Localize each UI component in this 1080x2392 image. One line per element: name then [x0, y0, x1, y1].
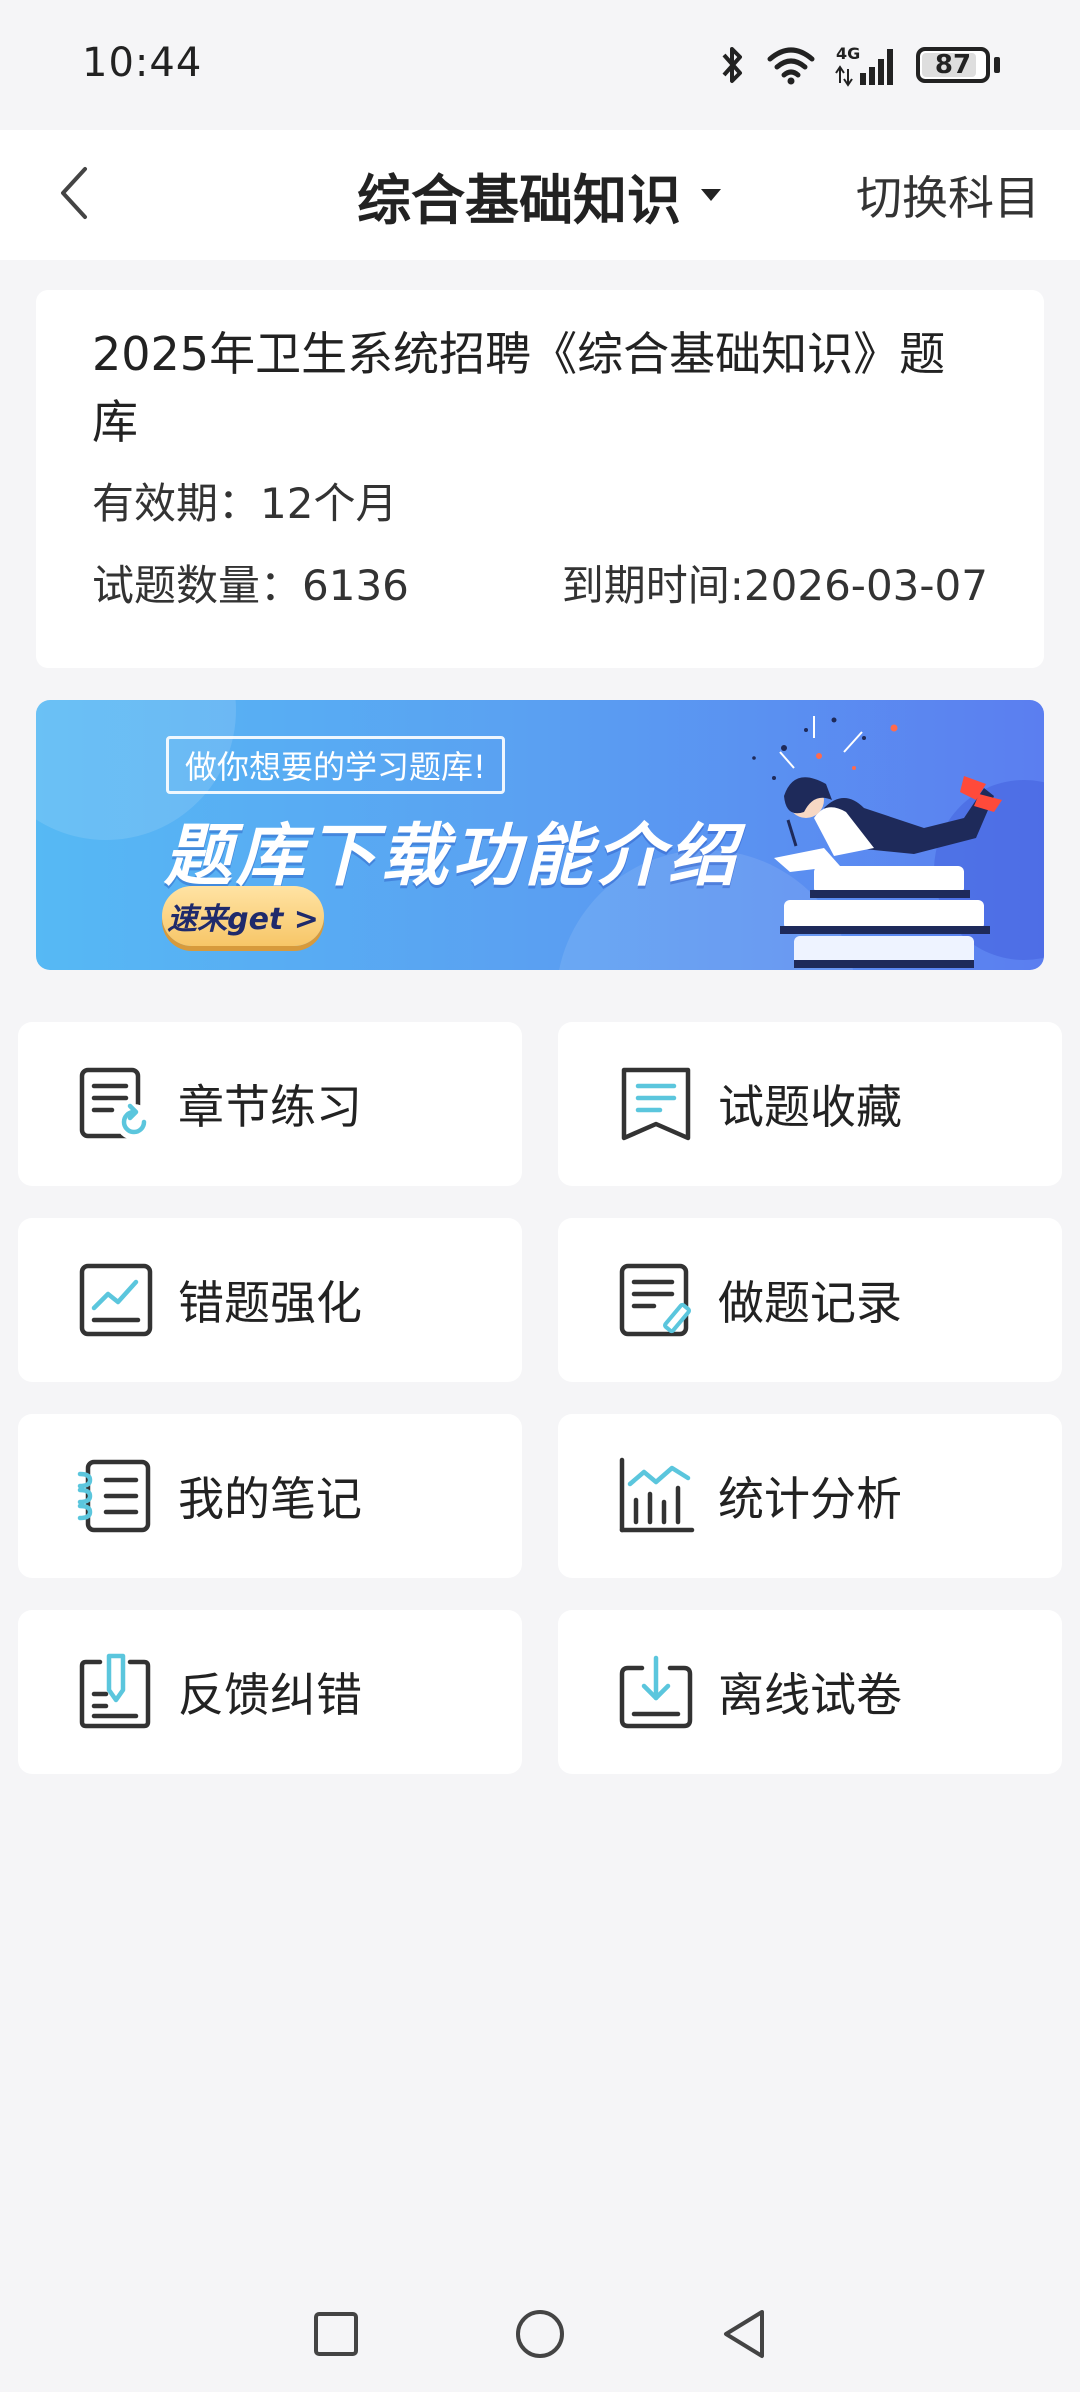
caret-down-icon: [701, 189, 721, 201]
feature-question-favorites[interactable]: 试题收藏: [558, 1022, 1062, 1186]
feature-my-notes[interactable]: 我的笔记: [18, 1414, 522, 1578]
app-header: 综合基础知识 切换科目: [0, 130, 1080, 260]
download-icon: [619, 1655, 693, 1729]
battery-icon: 87: [916, 47, 990, 83]
notebook-icon: [77, 1459, 151, 1533]
feature-label: 统计分析: [718, 1472, 902, 1526]
cellular-signal-icon: 4G: [835, 44, 893, 87]
recents-button[interactable]: [309, 2307, 363, 2361]
system-navigation-bar: [0, 2276, 1080, 2392]
chevron-left-icon: [61, 167, 87, 219]
network-type-label: 4G: [836, 44, 860, 63]
status-icons: 4G 87: [718, 40, 1000, 90]
banner-headline: 题库下载功能介绍: [164, 817, 741, 896]
chapter-practice-icon: [79, 1067, 152, 1140]
reading-person-illustration: [752, 716, 1002, 968]
chart-icon: [619, 1457, 695, 1533]
feature-offline-papers[interactable]: 离线试卷: [558, 1610, 1062, 1774]
home-button[interactable]: [513, 2307, 567, 2361]
feature-wrong-questions[interactable]: 错题强化: [18, 1218, 522, 1382]
question-bank-title: 2025年卫生系统招聘《综合基础知识》题库: [92, 327, 946, 449]
download-feature-banner[interactable]: 做你想要的学习题库! 题库下载功能介绍 速来get >: [36, 700, 1044, 970]
feature-chapter-practice[interactable]: 章节练习: [18, 1022, 522, 1186]
system-back-button[interactable]: [717, 2307, 771, 2361]
bluetooth-icon: [722, 47, 742, 83]
feature-label: 离线试卷: [718, 1668, 902, 1722]
feature-feedback[interactable]: 反馈纠错: [18, 1610, 522, 1774]
status-bar: 10:44 4G 87: [0, 0, 1080, 130]
square-icon: [314, 2312, 358, 2356]
subject-title-dropdown[interactable]: 综合基础知识: [357, 156, 723, 235]
question-bank-info-card: 2025年卫生系统招聘《综合基础知识》题库 有效期：12个月 试题数量：6136…: [36, 290, 1044, 668]
feature-label: 反馈纠错: [178, 1668, 362, 1722]
wrong-questions-icon: [79, 1263, 153, 1337]
back-button[interactable]: [40, 158, 110, 228]
page-title: 综合基础知识: [357, 168, 681, 232]
feature-grid: 章节练习 试题收藏 错题强化 做题记录 我的笔记 统计分析 反馈纠错 离线试卷: [18, 1022, 1062, 1774]
feature-statistics[interactable]: 统计分析: [558, 1414, 1062, 1578]
circle-icon: [516, 2310, 564, 2358]
feedback-icon: [79, 1653, 151, 1729]
question-count: 试题数量：6136: [92, 561, 409, 610]
feature-label: 试题收藏: [718, 1080, 902, 1134]
feature-practice-records[interactable]: 做题记录: [558, 1218, 1062, 1382]
feature-label: 章节练习: [178, 1080, 362, 1134]
battery-cap: [994, 57, 1000, 73]
bookmark-icon: [621, 1067, 691, 1141]
validity-text: 有效期：12个月: [92, 479, 398, 528]
triangle-back-icon: [724, 2310, 764, 2358]
feature-label: 我的笔记: [178, 1472, 362, 1526]
switch-subject-button[interactable]: 切换科目: [856, 130, 1040, 260]
feature-label: 错题强化: [178, 1276, 362, 1330]
battery-percent: 87: [934, 50, 972, 80]
banner-tag: 做你想要的学习题库!: [166, 736, 505, 794]
expiry-date: 到期时间:2026-03-07: [561, 561, 988, 610]
banner-cta-button[interactable]: 速来get >: [162, 886, 324, 946]
status-time: 10:44: [82, 40, 203, 86]
count-expiry-line: 试题数量：6136 到期时间:2026-03-07: [92, 558, 988, 614]
validity-line: 有效期：12个月: [92, 476, 988, 532]
wifi-icon: [767, 47, 815, 85]
record-edit-icon: [619, 1263, 692, 1337]
feature-label: 做题记录: [718, 1276, 902, 1330]
